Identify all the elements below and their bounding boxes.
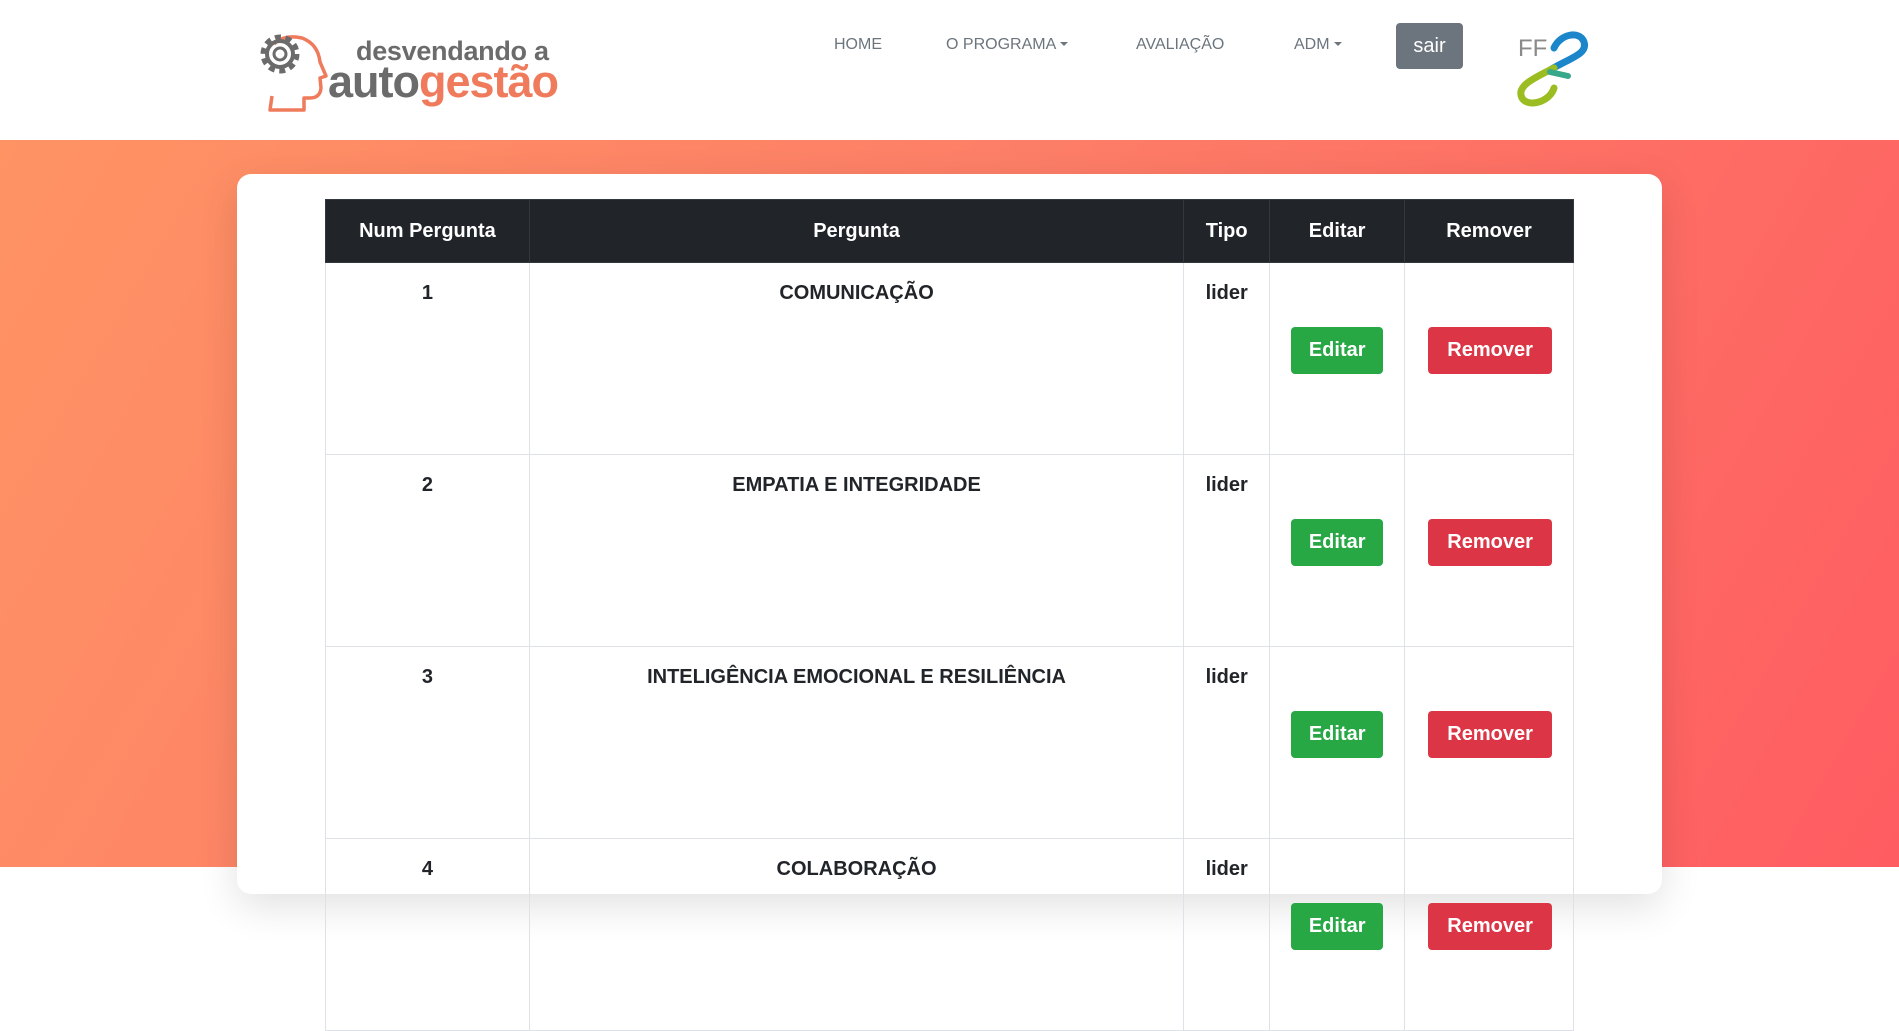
remove-button[interactable]: Remover	[1428, 327, 1553, 374]
nav-avaliacao[interactable]: AVALIAÇÃO	[1136, 36, 1224, 54]
header-num-pergunta: Num Pergunta	[325, 199, 530, 263]
header-tipo: Tipo	[1183, 199, 1271, 263]
partner-logo: FF	[1510, 30, 1596, 108]
cell-num: 1	[325, 262, 530, 455]
table-row: 1 COMUNICAÇÃO lider Editar Remover	[325, 262, 1574, 455]
table-header-row: Num Pergunta Pergunta Tipo Editar Remove…	[325, 199, 1574, 263]
header-remover: Remover	[1404, 199, 1574, 263]
ff-text: FF	[1518, 35, 1547, 62]
cell-pergunta: COMUNICAÇÃO	[528, 262, 1185, 455]
header-editar: Editar	[1269, 199, 1406, 263]
cell-tipo: lider	[1183, 262, 1271, 455]
cell-editar: Editar	[1269, 262, 1406, 455]
cell-pergunta: COLABORAÇÃO	[528, 838, 1185, 1031]
brand-line2-auto: auto	[328, 56, 420, 107]
brand-logo[interactable]: desvendando a autogestão	[254, 28, 574, 112]
nav-o-programa-dropdown[interactable]: O PROGRAMA	[946, 36, 1069, 54]
cell-editar: Editar	[1269, 646, 1406, 839]
caret-down-icon	[1060, 42, 1069, 46]
nav-o-programa-label: O PROGRAMA	[946, 36, 1057, 53]
cell-tipo: lider	[1183, 838, 1271, 1031]
cell-tipo: lider	[1183, 454, 1271, 647]
brand-line2-gestao: gestão	[419, 56, 559, 107]
edit-button[interactable]: Editar	[1291, 711, 1384, 758]
cell-remover: Remover	[1404, 454, 1574, 647]
edit-button[interactable]: Editar	[1291, 519, 1384, 566]
cell-remover: Remover	[1404, 646, 1574, 839]
remove-button[interactable]: Remover	[1428, 519, 1553, 566]
remove-button[interactable]: Remover	[1428, 903, 1553, 950]
cell-remover: Remover	[1404, 262, 1574, 455]
cell-num: 2	[325, 454, 530, 647]
table-row: 4 COLABORAÇÃO lider Editar Remover	[325, 838, 1574, 1031]
caret-down-icon	[1333, 42, 1342, 46]
nav-adm-label: ADM	[1294, 36, 1330, 53]
navbar: desvendando a autogestão HOME O PROGRAMA…	[0, 0, 1899, 140]
cell-num: 4	[325, 838, 530, 1031]
brand-line2: autogestão	[328, 56, 559, 108]
table-row: 3 INTELIGÊNCIA EMOCIONAL E RESILIÊNCIA l…	[325, 646, 1574, 839]
cell-editar: Editar	[1269, 838, 1406, 1031]
cell-pergunta: EMPATIA E INTEGRIDADE	[528, 454, 1185, 647]
cell-remover: Remover	[1404, 838, 1574, 1031]
cell-editar: Editar	[1269, 454, 1406, 647]
ff-infinity-icon: FF	[1517, 31, 1588, 107]
nav-home[interactable]: HOME	[834, 36, 882, 54]
questions-table: Num Pergunta Pergunta Tipo Editar Remove…	[325, 199, 1574, 1031]
logout-button[interactable]: sair	[1396, 23, 1463, 69]
cell-pergunta: INTELIGÊNCIA EMOCIONAL E RESILIÊNCIA	[528, 646, 1185, 839]
edit-button[interactable]: Editar	[1291, 327, 1384, 374]
gear-head-icon	[260, 34, 328, 112]
table-row: 2 EMPATIA E INTEGRIDADE lider Editar Rem…	[325, 454, 1574, 647]
nav-adm-dropdown[interactable]: ADM	[1294, 36, 1342, 54]
cell-tipo: lider	[1183, 646, 1271, 839]
cell-num: 3	[325, 646, 530, 839]
remove-button[interactable]: Remover	[1428, 711, 1553, 758]
edit-button[interactable]: Editar	[1291, 903, 1384, 950]
header-pergunta: Pergunta	[528, 199, 1185, 263]
